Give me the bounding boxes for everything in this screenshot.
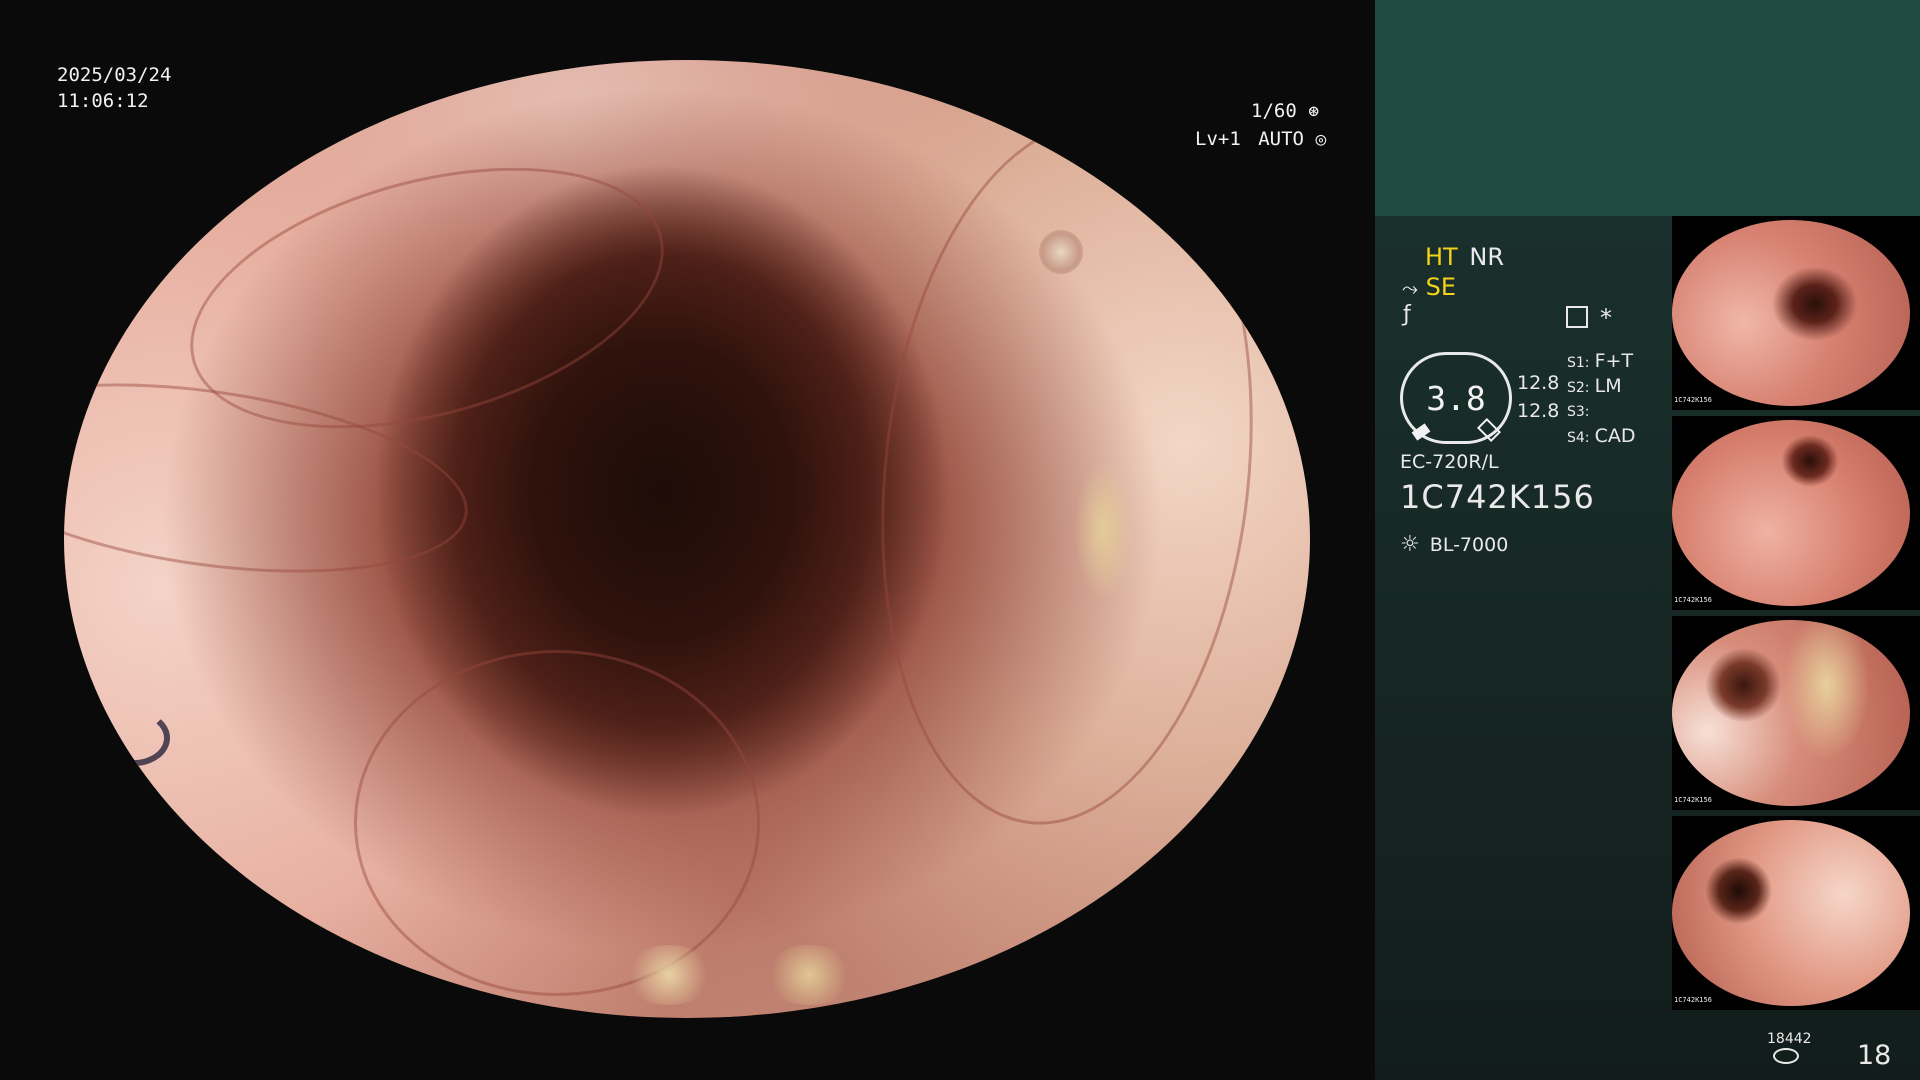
s2-label: S2: xyxy=(1567,380,1590,396)
endoscope-view: 2025/03/24 11:06:12 1/60 ⊛ Lv+1 AUTO ◎ xyxy=(0,0,1375,1080)
s1-value: F+T xyxy=(1594,350,1634,372)
debris xyxy=(624,945,714,1005)
shutter-icon: ⊛ xyxy=(1308,101,1320,122)
endoscopic-image xyxy=(64,60,1310,1018)
light-source-label: BL-7000 xyxy=(1429,534,1509,556)
thumbnail-image xyxy=(1672,220,1910,406)
gauge-display: 3.8 xyxy=(1400,352,1512,444)
gauge-value: 3.8 xyxy=(1426,378,1486,418)
light-source: ☼ BL-7000 xyxy=(1400,532,1508,557)
shutter-readout: 1/60 ⊛ xyxy=(1251,98,1319,125)
thumbnail-image xyxy=(1672,820,1910,1006)
captured-thumbnail[interactable]: 1C742K156 xyxy=(1672,416,1920,610)
curve-icon: ƒ xyxy=(1403,302,1411,327)
s2-value: LM xyxy=(1594,375,1622,397)
se-indicator: SE xyxy=(1425,273,1457,301)
captured-thumbnail[interactable]: 1C742K156 xyxy=(1672,816,1920,1010)
thumbnail-image xyxy=(1672,420,1910,606)
mucosal-fold xyxy=(848,102,1286,844)
debris xyxy=(764,945,854,1005)
level-value: Lv+1 xyxy=(1195,128,1241,150)
thumbnail-id: 1C742K156 xyxy=(1674,996,1712,1004)
capture-date: 2025/03/24 xyxy=(57,64,172,86)
storage-icon xyxy=(1773,1048,1799,1064)
capture-time: 11:06:12 xyxy=(57,90,149,112)
info-panel-header xyxy=(1375,0,1920,216)
thumbnail-id: 1C742K156 xyxy=(1674,396,1712,404)
iris-mode: AUTO xyxy=(1258,128,1304,150)
s4-label: S4: xyxy=(1567,430,1590,446)
s3-label: S3: xyxy=(1567,404,1590,420)
switch-s1: S1: F+T xyxy=(1567,350,1633,372)
thumbnail-id: 1C742K156 xyxy=(1674,596,1712,604)
shutter-speed: 1/60 xyxy=(1251,100,1297,122)
light-icon: ☼ xyxy=(1400,532,1420,557)
switch-s2: S2: LM xyxy=(1567,375,1622,397)
enhancement-status: HT NR xyxy=(1425,243,1504,271)
thumbnail-id: 1C742K156 xyxy=(1674,796,1712,804)
scope-model: EC-720R/L xyxy=(1400,451,1499,473)
gauge-value-top: 12.8 xyxy=(1517,372,1560,394)
debris xyxy=(1074,460,1134,600)
storage-count: 18442 xyxy=(1767,1031,1812,1047)
nr-indicator: NR xyxy=(1469,243,1504,271)
iris-readout: Lv+1 AUTO ◎ xyxy=(1195,126,1326,153)
switch-s4: S4: CAD xyxy=(1567,425,1636,447)
captured-thumbnail[interactable]: 1C742K156 xyxy=(1672,616,1920,810)
gauge-value-bottom: 12.8 xyxy=(1517,400,1560,422)
s1-label: S1: xyxy=(1567,355,1590,371)
iris-icon: ◎ xyxy=(1315,129,1327,150)
se-row: ⤳ SE xyxy=(1402,273,1456,301)
scope-serial: 1C742K156 xyxy=(1400,478,1595,516)
tattoo-mark xyxy=(98,710,170,766)
mucosal-spot xyxy=(1039,230,1083,274)
settings-grid-icon xyxy=(1566,306,1588,328)
structure-enhance-icon: ⤳ xyxy=(1402,276,1418,300)
mucosal-fold xyxy=(354,650,760,996)
ht-indicator: HT xyxy=(1425,243,1458,271)
switch-s3: S3: xyxy=(1567,401,1590,420)
s4-value: CAD xyxy=(1594,425,1636,447)
thumbnail-image xyxy=(1672,620,1910,806)
captured-thumbnail[interactable]: 1C742K156 xyxy=(1672,216,1920,410)
image-count: 18 xyxy=(1857,1040,1892,1071)
asterisk-icon: * xyxy=(1600,304,1612,332)
